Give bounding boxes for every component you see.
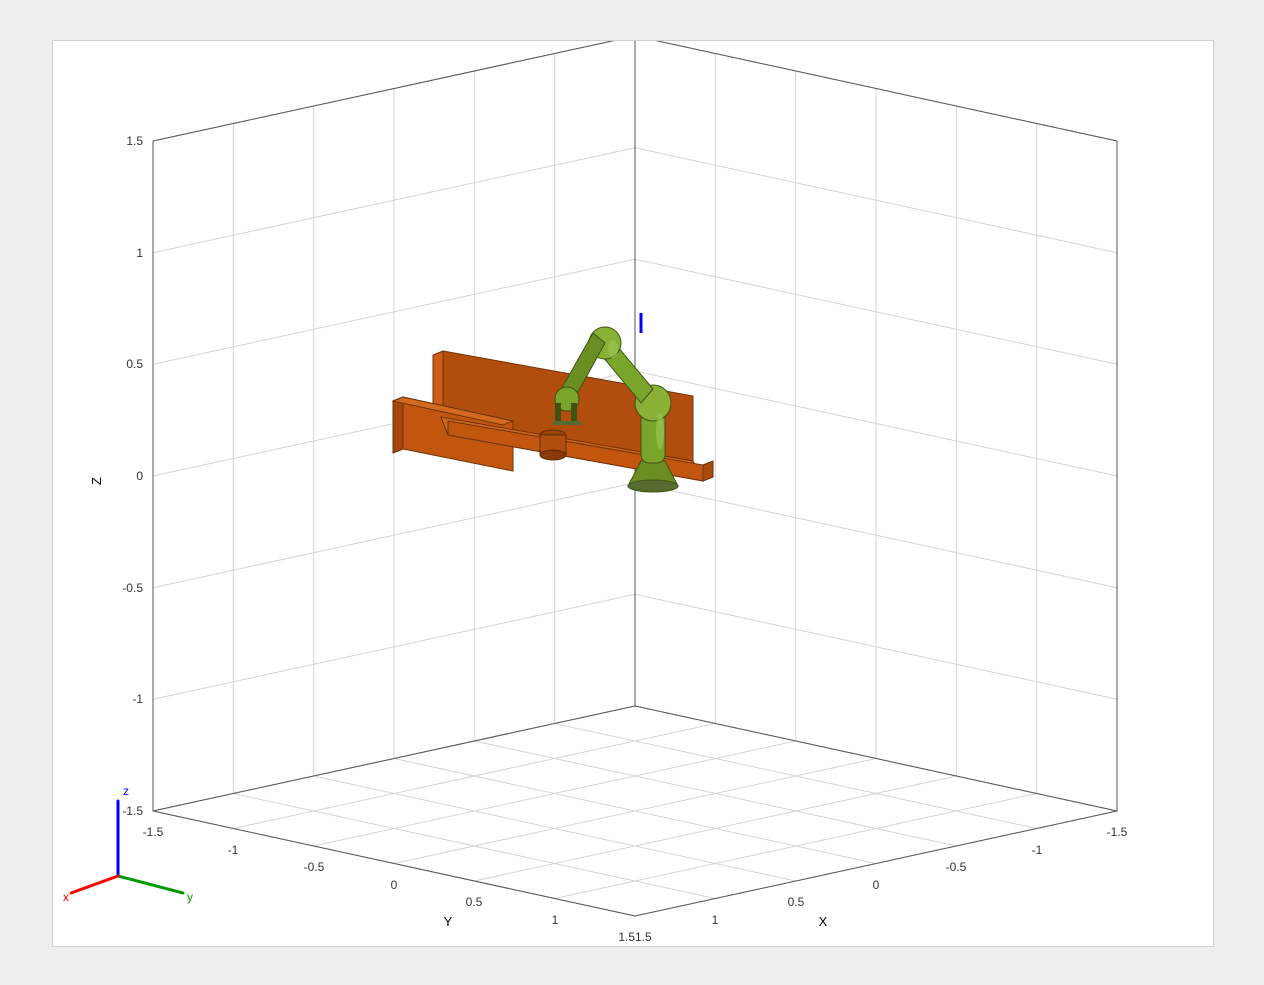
svg-text:0.5: 0.5 (788, 895, 805, 909)
svg-text:-0.5: -0.5 (122, 581, 143, 595)
svg-text:1: 1 (712, 913, 719, 927)
svg-text:-0.5: -0.5 (304, 860, 325, 874)
z-tick-labels: -1.5 -1 -0.5 0 0.5 1 1.5 (122, 134, 143, 818)
y-axis-label: Y (444, 914, 453, 929)
svg-text:-1.5: -1.5 (1107, 825, 1128, 839)
svg-text:-1: -1 (228, 843, 239, 857)
svg-text:1.5: 1.5 (126, 134, 143, 148)
svg-text:1: 1 (136, 246, 143, 260)
svg-text:1: 1 (552, 913, 559, 927)
x-axis-label: X (819, 914, 828, 929)
svg-text:0.5: 0.5 (466, 895, 483, 909)
triad-y-label: y (187, 890, 193, 904)
svg-text:0: 0 (873, 878, 880, 892)
svg-text:1.51.5: 1.51.5 (618, 930, 652, 944)
svg-text:-0.5: -0.5 (946, 860, 967, 874)
svg-text:0: 0 (136, 469, 143, 483)
figure-window: Plan 1: MaxConnectionDistance = 0.3 (52, 40, 1214, 947)
orientation-triad[interactable]: z y x (63, 771, 223, 911)
axes-3d[interactable]: -1.5 -1 -0.5 0 0.5 1 1.5 Z -1.5 -1 -0.5 … (53, 41, 1213, 946)
triad-x-label: x (63, 890, 69, 904)
svg-text:0: 0 (391, 878, 398, 892)
z-axis-label: Z (89, 477, 104, 485)
svg-text:-1: -1 (1032, 843, 1043, 857)
svg-text:0.5: 0.5 (126, 357, 143, 371)
svg-text:-1: -1 (132, 692, 143, 706)
triad-z-label: z (123, 784, 129, 798)
